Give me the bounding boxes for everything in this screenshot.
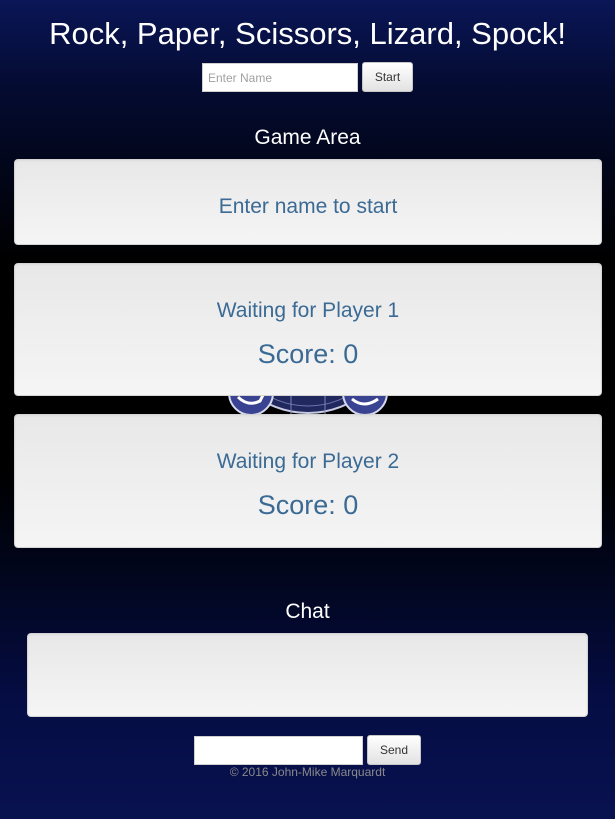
footer-copyright: © 2016 John-Mike Marquardt <box>229 765 386 779</box>
chat-heading: Chat <box>285 600 330 623</box>
start-button[interactable]: Start <box>362 62 413 92</box>
game-status-panel: Enter name to start <box>14 159 602 245</box>
player2-score: Score: 0 <box>257 490 359 520</box>
player2-label: Waiting for Player 2 <box>216 450 400 473</box>
name-input[interactable] <box>202 63 358 92</box>
player1-panel: Waiting for Player 1 Score: 0 <box>14 263 602 396</box>
send-button[interactable]: Send <box>367 735 421 765</box>
chat-log[interactable] <box>27 633 588 717</box>
game-status-text: Enter name to start <box>218 195 398 218</box>
page-title: Rock, Paper, Scissors, Lizard, Spock! <box>49 16 566 51</box>
player2-panel: Waiting for Player 2 Score: 0 <box>14 414 602 548</box>
player1-score: Score: 0 <box>257 339 359 369</box>
rpsls-logo-image <box>218 395 398 414</box>
game-area-heading: Game Area <box>254 126 361 149</box>
player1-label: Waiting for Player 1 <box>216 299 400 322</box>
chat-message-input[interactable] <box>194 736 363 765</box>
